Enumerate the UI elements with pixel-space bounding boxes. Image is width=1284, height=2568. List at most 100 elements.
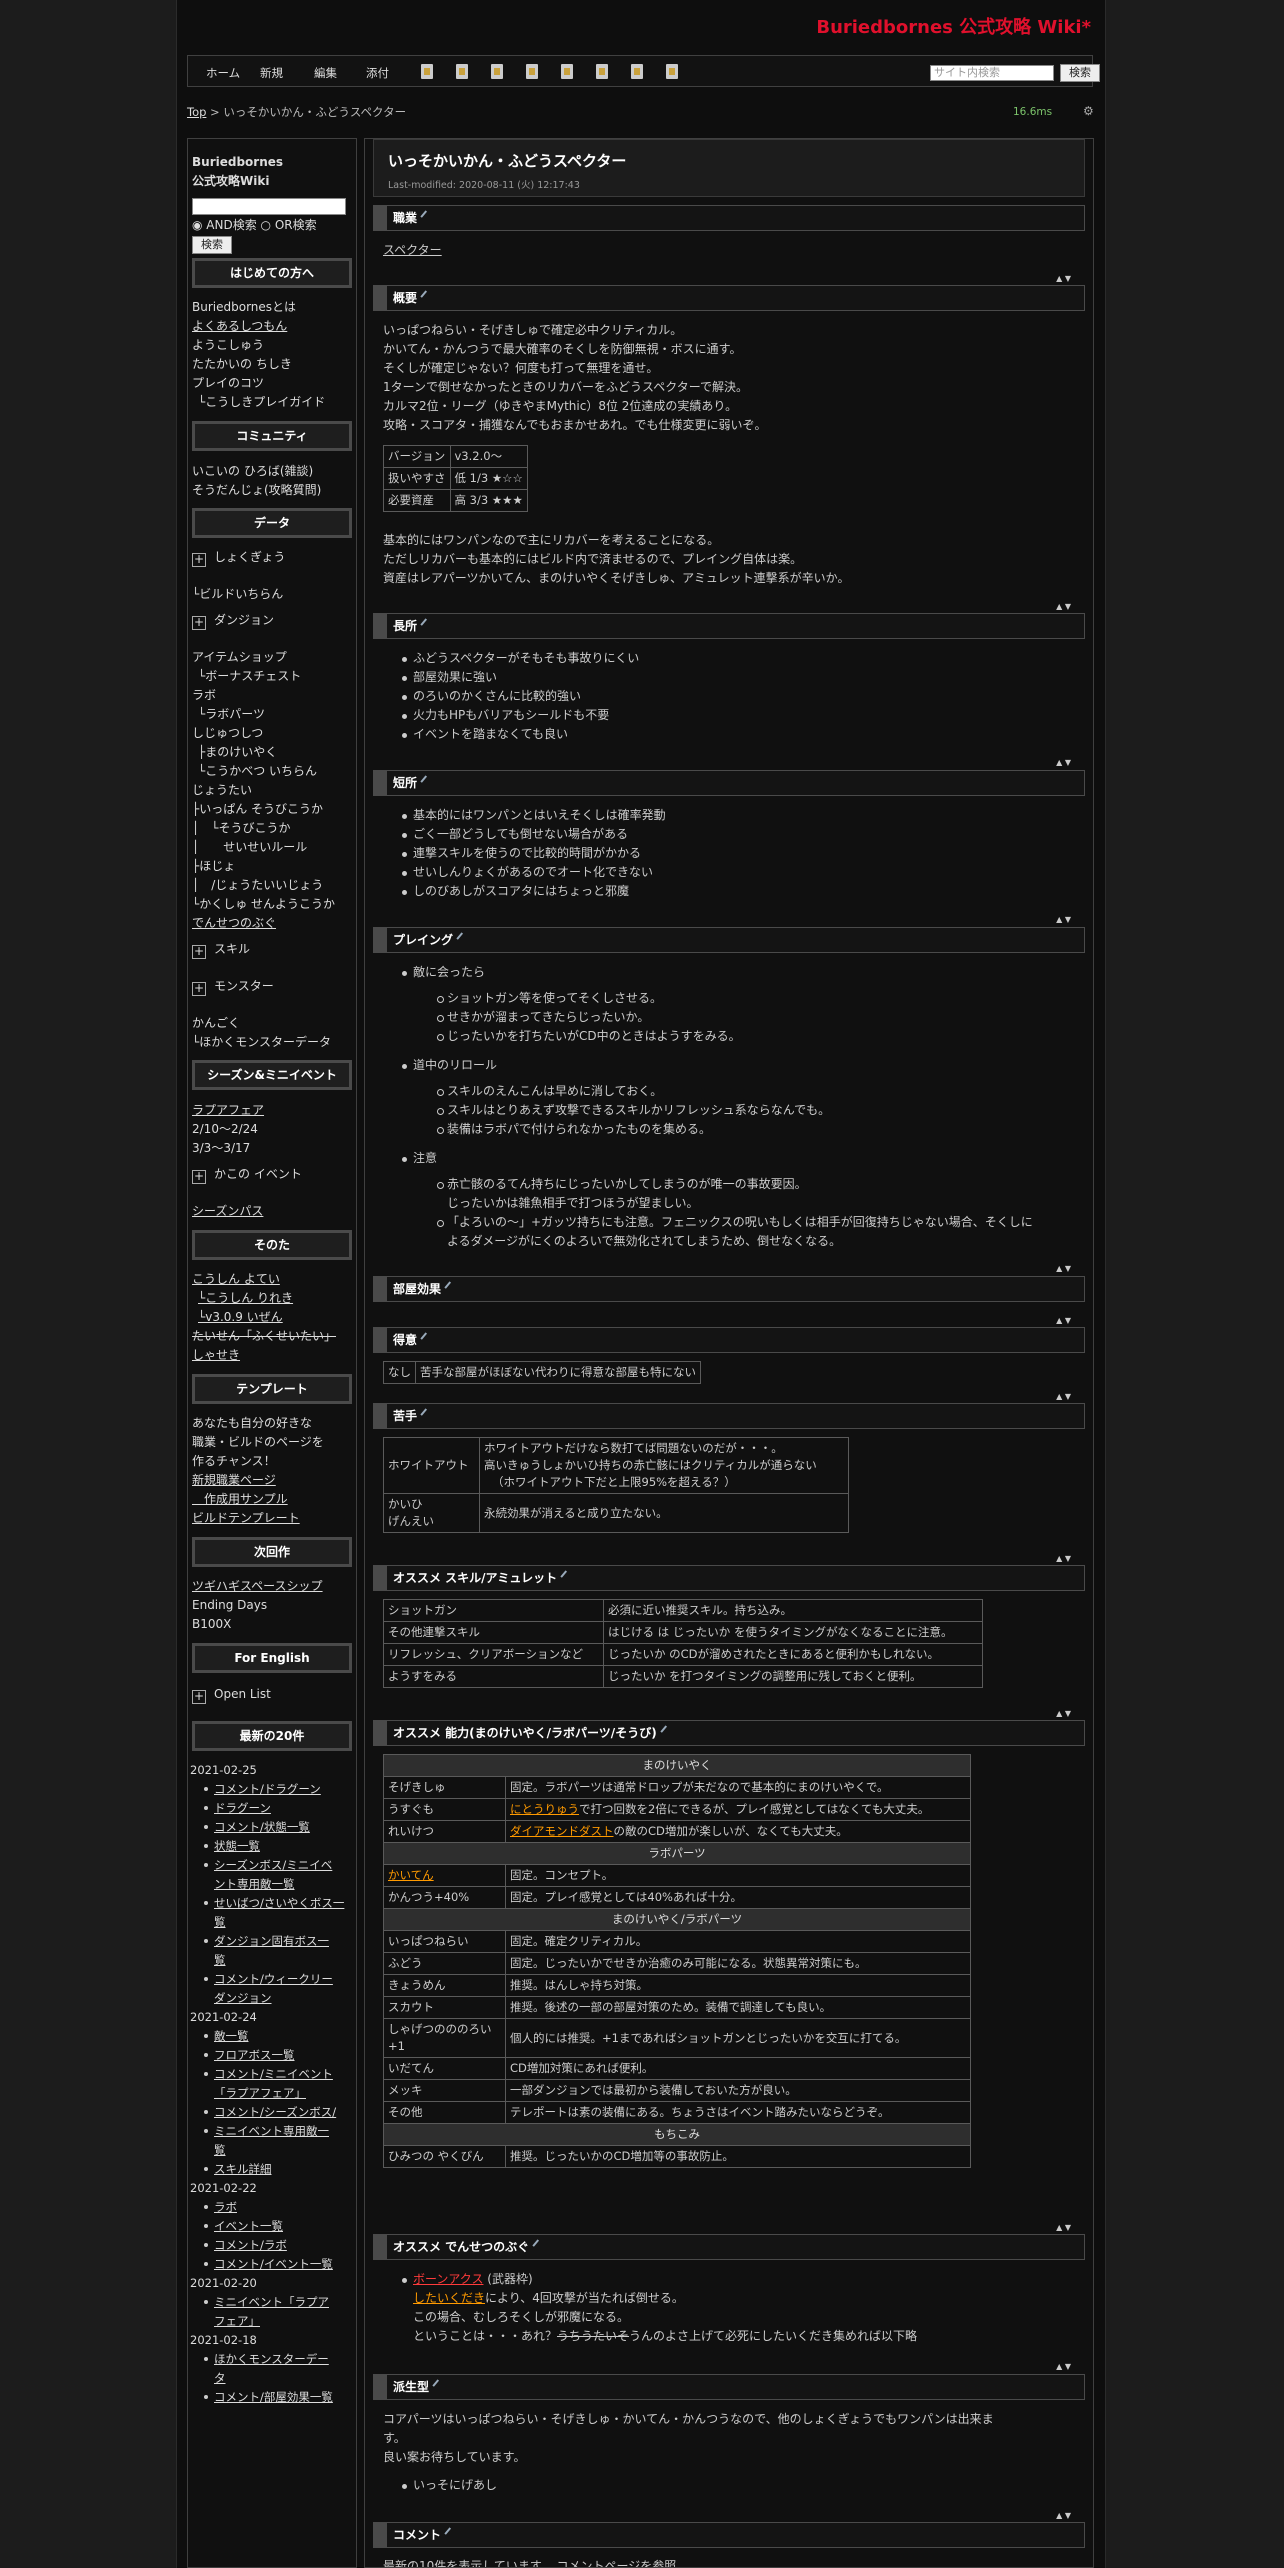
menu-home[interactable]: ホーム <box>206 64 240 83</box>
side-link[interactable]: │ せいせいルール <box>192 838 307 857</box>
side-link[interactable]: B100X <box>192 1615 231 1634</box>
side-link[interactable]: Ending Days <box>192 1596 267 1615</box>
side-link[interactable]: ラボ <box>192 686 216 705</box>
recent-item[interactable]: イベント一覧 <box>204 2217 283 2236</box>
side-link[interactable]: ツギハギスペースシップ <box>192 1577 323 1596</box>
recent-item[interactable]: コメント/イベント一覧 <box>204 2255 333 2274</box>
side-link[interactable]: 作成用サンプル <box>192 1490 288 1509</box>
expand-icon[interactable]: + <box>192 616 206 630</box>
site-title[interactable]: Buriedbornes 公式攻略 Wiki* <box>816 18 1091 37</box>
side-link[interactable]: ├ほじょ <box>192 857 235 876</box>
side-link[interactable]: ラプアフェア <box>192 1101 264 1120</box>
recent-item[interactable]: ドラグーン <box>204 1799 271 1818</box>
side-link[interactable]: いこいの ひろば(雑談) <box>192 462 313 481</box>
recent-item[interactable]: コメント/部屋効果一覧 <box>204 2388 333 2407</box>
side-link[interactable]: │ └そうびこうか <box>192 819 290 838</box>
toolbar-icon[interactable] <box>666 64 678 79</box>
side-link[interactable]: たたかいの ちしき <box>192 355 292 374</box>
recent-item[interactable]: 「ラプアフェア」 <box>214 2084 306 2103</box>
recent-item[interactable]: コメント/状態一覧 <box>204 1818 310 1837</box>
recent-item[interactable]: スキル詳細 <box>204 2160 272 2179</box>
sidebar-search-button[interactable]: 検索 <box>192 236 232 254</box>
edit-icon[interactable] <box>420 775 432 787</box>
side-link[interactable]: ├いっぱん そうびこうか <box>192 800 323 819</box>
side-toggle-job[interactable]: + しょくぎょう <box>192 548 285 567</box>
side-link[interactable]: └ラボパーツ <box>198 705 265 724</box>
side-link[interactable]: └こうしきプレイガイド <box>198 393 325 412</box>
edit-icon[interactable] <box>444 2527 456 2539</box>
expand-icon[interactable]: + <box>192 982 206 996</box>
side-link[interactable]: ├まのけいやく <box>198 743 277 762</box>
expand-icon[interactable]: + <box>192 945 206 959</box>
edit-icon[interactable] <box>420 618 432 630</box>
side-link[interactable]: Buriedbornesとは <box>192 298 296 317</box>
recent-item[interactable]: コメント/ドラグーン <box>204 1780 321 1799</box>
edit-icon[interactable] <box>444 1281 456 1293</box>
recent-item[interactable]: ミニイベント「ラプア <box>204 2293 329 2312</box>
recent-item[interactable]: ダンジョン固有ボス一 <box>204 1932 329 1951</box>
side-link[interactable]: たいせん「ふくせいたい」 <box>192 1327 336 1346</box>
recent-item[interactable]: ミニイベント専用敵一 <box>204 2122 329 2141</box>
edit-icon[interactable] <box>456 932 468 944</box>
toolbar-icon[interactable] <box>491 64 503 79</box>
toolbar-icon[interactable] <box>596 64 608 79</box>
side-link[interactable]: しじゅつしつ <box>192 724 263 743</box>
side-link[interactable]: └ほかくモンスターデータ <box>192 1033 331 1052</box>
edit-icon[interactable] <box>432 2379 444 2391</box>
recent-item[interactable]: ほかくモンスターデー <box>204 2350 329 2369</box>
edit-icon[interactable] <box>420 1332 432 1344</box>
side-link[interactable]: でんせつのぶぐ <box>192 914 276 933</box>
recent-item[interactable]: コメント/シーズンボス/ <box>203 2103 336 2122</box>
expand-icon[interactable]: + <box>192 1690 206 1704</box>
inline-link[interactable]: ダイアモンドダスト <box>510 1824 614 1838</box>
gear-icon[interactable]: ⚙ <box>1083 102 1094 121</box>
side-toggle-monster[interactable]: + モンスター <box>192 977 274 996</box>
recent-item[interactable]: 状態一覧 <box>204 1837 260 1856</box>
side-link[interactable]: └v3.0.9 いぜん <box>198 1308 283 1327</box>
edit-icon[interactable] <box>420 210 432 222</box>
and-search-radio[interactable]: ◉ AND検索 ○ OR検索 <box>192 216 317 235</box>
menu-edit[interactable]: 編集 <box>314 64 337 83</box>
legend-weapon-link[interactable]: ボーンアクス <box>413 2272 483 2286</box>
edit-icon[interactable] <box>532 2239 544 2251</box>
menu-new[interactable]: 新規 <box>260 64 283 83</box>
side-link[interactable]: 新規職業ページ <box>192 1471 276 1490</box>
recent-item[interactable]: ダンジョン <box>214 1989 272 2008</box>
edit-icon[interactable] <box>420 290 432 302</box>
sidebar-search-input[interactable] <box>192 198 346 215</box>
side-link[interactable]: └ボーナスチェスト <box>198 667 301 686</box>
search-button[interactable]: 検索 <box>1060 64 1100 82</box>
recent-item[interactable]: コメント/ウィークリー <box>204 1970 333 1989</box>
recent-item[interactable]: フロアボス一覧 <box>204 2046 295 2065</box>
recent-item[interactable]: 覧 <box>214 1951 226 1970</box>
recent-item[interactable]: コメント/ラボ <box>204 2236 287 2255</box>
edit-icon[interactable] <box>660 1725 672 1737</box>
side-toggle-past-events[interactable]: + かこの イベント <box>192 1165 302 1184</box>
side-link[interactable]: じょうたい <box>192 781 252 800</box>
side-link[interactable]: │ /じょうたいいじょう <box>192 876 323 895</box>
side-link[interactable]: └こうしん りれき <box>198 1289 293 1308</box>
recent-item[interactable]: ント専用敵一覧 <box>214 1875 295 1894</box>
side-link[interactable]: ビルドテンプレート <box>192 1509 300 1528</box>
toolbar-icon[interactable] <box>631 64 643 79</box>
toolbar-icon[interactable] <box>561 64 573 79</box>
job-link[interactable]: スペクター <box>383 241 442 260</box>
side-link[interactable]: プレイのコツ <box>192 374 264 393</box>
edit-icon[interactable] <box>420 1408 432 1420</box>
side-link[interactable]: よくあるしつもん <box>192 317 287 336</box>
recent-item[interactable]: せいばつ/さいやくボス一 <box>203 1894 344 1913</box>
recent-item[interactable]: タ <box>214 2369 226 2388</box>
recent-item[interactable]: シーズンボス/ミニイベ <box>203 1856 332 1875</box>
side-toggle-skill[interactable]: + スキル <box>192 940 250 959</box>
side-link[interactable]: かんごく <box>192 1014 240 1033</box>
side-link[interactable]: シーズンパス <box>192 1202 263 1221</box>
menu-attach[interactable]: 添付 <box>366 64 389 83</box>
expand-icon[interactable]: + <box>192 553 206 567</box>
side-toggle-english[interactable]: + Open List <box>192 1685 271 1704</box>
recent-item[interactable]: コメント/ミニイベント <box>204 2065 333 2084</box>
side-link[interactable]: しゃせき <box>192 1346 240 1365</box>
side-toggle-dungeon[interactable]: + ダンジョン <box>192 611 274 630</box>
side-link[interactable]: └ビルドいちらん <box>192 585 283 604</box>
derive-item[interactable]: いっそにげあし <box>401 2476 497 2495</box>
recent-item[interactable]: 覧 <box>214 1913 226 1932</box>
